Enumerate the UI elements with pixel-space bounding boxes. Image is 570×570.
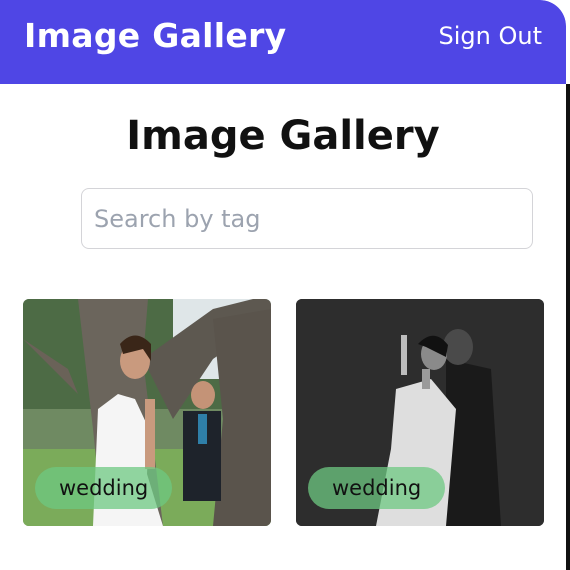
window-edge — [566, 84, 570, 570]
gallery-card[interactable]: wedding — [23, 299, 271, 526]
navbar: Image Gallery Sign Out — [0, 0, 566, 84]
sign-out-link[interactable]: Sign Out — [439, 18, 543, 54]
page-title: Image Gallery — [126, 113, 440, 159]
tag-badge[interactable]: wedding — [308, 467, 446, 509]
brand-title[interactable]: Image Gallery — [24, 14, 286, 58]
tag-badge[interactable]: wedding — [35, 467, 173, 509]
app-window: Image Gallery Sign Out Image Gallery wed… — [0, 0, 566, 570]
search-input[interactable] — [81, 188, 533, 249]
gallery-card[interactable]: wedding — [296, 299, 544, 526]
